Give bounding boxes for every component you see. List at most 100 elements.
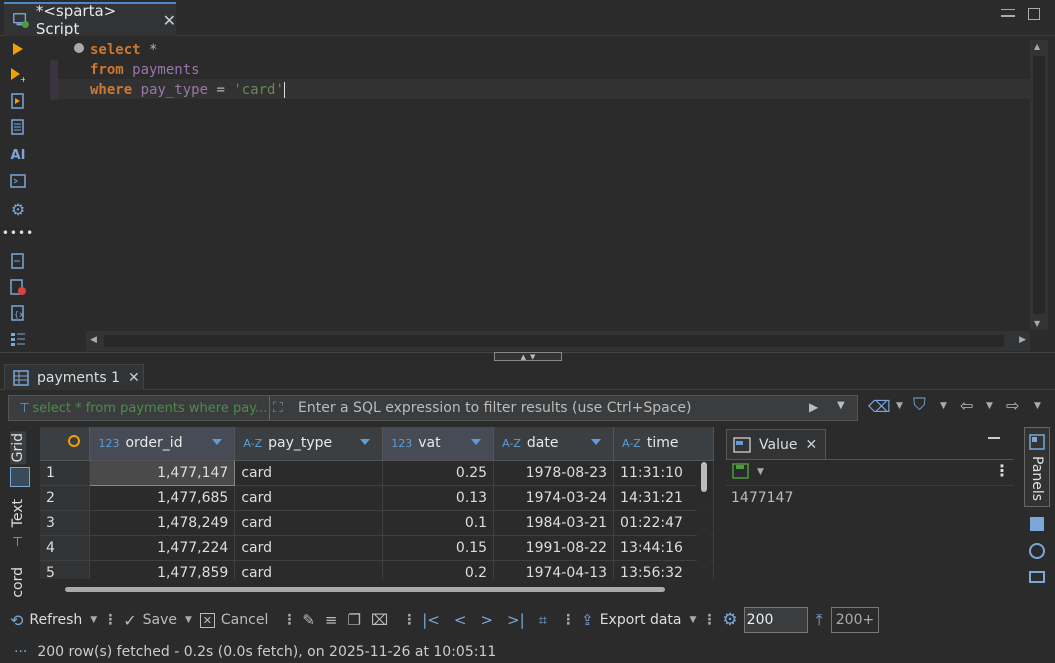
table-row[interactable]: 4 1,477,224 card 0.15 1991-08-22 13:44:16: [40, 535, 714, 561]
cell-pay-type[interactable]: card: [234, 535, 384, 561]
splitter-handle[interactable]: ▲ ▼: [494, 352, 562, 361]
filter-history[interactable]: ⊤ select * from payments where pay...: [9, 401, 269, 416]
save-dropdown-icon[interactable]: ▼: [185, 615, 192, 625]
row-number[interactable]: 5: [40, 560, 91, 579]
script-error-icon[interactable]: [9, 278, 27, 296]
metadata-panel-icon[interactable]: [1030, 517, 1044, 531]
grid-horizontal-scrollbar[interactable]: [40, 579, 714, 599]
filter-expand-icon[interactable]: ⛶: [273, 400, 283, 416]
filter-history-dropdown-icon[interactable]: ▼: [837, 400, 845, 411]
minimize-icon[interactable]: [1001, 9, 1015, 17]
code-line-2[interactable]: from payments: [90, 60, 200, 80]
eraser-dropdown-icon[interactable]: ▼: [896, 401, 903, 411]
execute-script-icon[interactable]: [9, 92, 27, 110]
cell-date[interactable]: 1984-03-21: [493, 510, 615, 536]
cell-order-id[interactable]: 1,477,685: [89, 485, 236, 511]
load-script-icon[interactable]: [9, 252, 27, 270]
refresh-dropdown-icon[interactable]: ▼: [90, 615, 97, 625]
explain-plan-icon[interactable]: [9, 118, 27, 136]
cell-vat[interactable]: 0.25: [382, 460, 495, 486]
first-page-icon[interactable]: |<: [422, 611, 440, 629]
fetch-size-input[interactable]: [743, 607, 808, 633]
aggregate-panel-icon[interactable]: [1029, 543, 1045, 559]
previous-page-icon[interactable]: <: [454, 611, 467, 629]
copy-row-icon[interactable]: ❐: [348, 611, 361, 629]
cell-vat[interactable]: 0.13: [382, 485, 495, 511]
close-results-tab-icon[interactable]: ✕: [128, 370, 140, 386]
results-grid[interactable]: 123 order_id A-Z pay_type 123 vat A-Z date A…: [40, 427, 714, 579]
column-header-vat[interactable]: 123 vat: [382, 427, 495, 461]
column-header-order-id[interactable]: 123 order_id: [89, 427, 236, 461]
export-data-button[interactable]: ⇪ Export data: [581, 611, 681, 629]
cell-pay-type[interactable]: card: [234, 460, 384, 486]
close-value-panel-icon[interactable]: ✕: [805, 437, 817, 453]
grid-view-tab[interactable]: Grid: [10, 431, 26, 465]
cell-value-text[interactable]: 1477147: [731, 490, 793, 506]
row-number[interactable]: 2: [40, 485, 91, 511]
fetch-all-icon[interactable]: ⌗: [539, 611, 547, 629]
editor-vertical-scrollbar[interactable]: ▲ ▼: [1030, 40, 1048, 330]
table-row[interactable]: 2 1,477,685 card 0.13 1974-03-24 14:31:21: [40, 485, 714, 511]
add-row-icon[interactable]: ≡: [325, 611, 338, 629]
minimize-value-panel-icon[interactable]: [988, 437, 1000, 439]
execute-icon[interactable]: [9, 40, 27, 58]
fetch-more-button[interactable]: 200+: [830, 607, 880, 633]
editor-tab-script[interactable]: *<sparta> Script ✕: [4, 2, 176, 38]
execute-new-tab-icon[interactable]: +: [9, 66, 27, 84]
grouping-panel-icon[interactable]: [1029, 571, 1045, 583]
forward-dropdown-icon[interactable]: ▼: [1034, 401, 1041, 411]
table-row[interactable]: 3 1,478,249 card 0.1 1984-03-21 01:22:47: [40, 510, 714, 536]
row-number[interactable]: 4: [40, 535, 91, 561]
cell-date[interactable]: 1991-08-22: [493, 535, 615, 561]
cell-order-id[interactable]: 1,477,224: [89, 535, 236, 561]
last-page-icon[interactable]: >|: [507, 611, 525, 629]
table-row[interactable]: 1 1,477,147 card 0.25 1978-08-23 11:31:10: [40, 459, 714, 486]
code-line-3[interactable]: where pay_type = 'card': [90, 80, 285, 100]
code-line-1[interactable]: select *: [90, 40, 157, 60]
value-panel-tab[interactable]: Value ✕: [726, 429, 826, 459]
cell-order-id[interactable]: 1,477,147: [89, 459, 236, 486]
text-view-icon[interactable]: ⊤: [12, 535, 23, 550]
variables-icon[interactable]: {x}: [9, 304, 27, 322]
save-button[interactable]: ✓ Save: [123, 611, 177, 630]
cell-vat[interactable]: 0.2: [382, 560, 495, 579]
delete-row-icon[interactable]: ⌧: [371, 611, 388, 629]
editor-horizontal-scrollbar[interactable]: ◀ ▶: [86, 331, 1030, 351]
table-row[interactable]: 5 1,477,859 card 0.2 1974-04-13 13:56:32: [40, 560, 714, 579]
column-header-time[interactable]: A-Z time: [613, 427, 714, 461]
cancel-button[interactable]: ✕ Cancel: [199, 612, 268, 628]
filter-funnel-icon[interactable]: ⛉: [913, 395, 926, 415]
row-number[interactable]: 3: [40, 510, 91, 536]
cell-pay-type[interactable]: card: [234, 560, 384, 579]
apply-filter-icon[interactable]: ▶: [809, 400, 818, 414]
filter-dropdown-icon[interactable]: ▼: [940, 401, 947, 411]
close-tab-icon[interactable]: ✕: [163, 11, 176, 30]
refresh-button[interactable]: ⟲ Refresh: [10, 611, 82, 630]
terminal-icon[interactable]: [9, 172, 27, 190]
edit-row-icon[interactable]: ✎: [302, 611, 315, 629]
row-number-header[interactable]: [40, 427, 91, 461]
cell-pay-type[interactable]: card: [234, 485, 384, 511]
save-value-icon[interactable]: [732, 463, 750, 479]
back-arrow-icon[interactable]: ⇦: [960, 396, 973, 415]
fold-icon[interactable]: [74, 43, 84, 53]
cell-date[interactable]: 1978-08-23: [493, 460, 615, 486]
text-view-tab[interactable]: Text: [10, 499, 26, 527]
cell-vat[interactable]: 0.15: [382, 535, 495, 561]
row-number[interactable]: 1: [40, 460, 91, 486]
panels-toggle[interactable]: Panels: [1024, 427, 1050, 507]
column-header-pay-type[interactable]: A-Z pay_type: [234, 427, 384, 461]
cell-date[interactable]: 1974-03-24: [493, 485, 615, 511]
cell-order-id[interactable]: 1,478,249: [89, 510, 236, 536]
eraser-icon[interactable]: ⌫: [868, 397, 891, 416]
more-icon[interactable]: ••••: [2, 224, 33, 242]
column-header-date[interactable]: A-Z date: [493, 427, 615, 461]
fetch-settings-gear-icon[interactable]: ⚙: [722, 610, 737, 630]
cell-vat[interactable]: 0.1: [382, 510, 495, 536]
cell-pay-type[interactable]: card: [234, 510, 384, 536]
back-dropdown-icon[interactable]: ▼: [986, 401, 993, 411]
fetch-next-icon[interactable]: ⤒: [816, 610, 823, 630]
forward-arrow-icon[interactable]: ⇨: [1006, 396, 1019, 415]
status-menu-icon[interactable]: ···: [14, 644, 27, 660]
grid-vertical-scrollbar[interactable]: [697, 462, 711, 579]
